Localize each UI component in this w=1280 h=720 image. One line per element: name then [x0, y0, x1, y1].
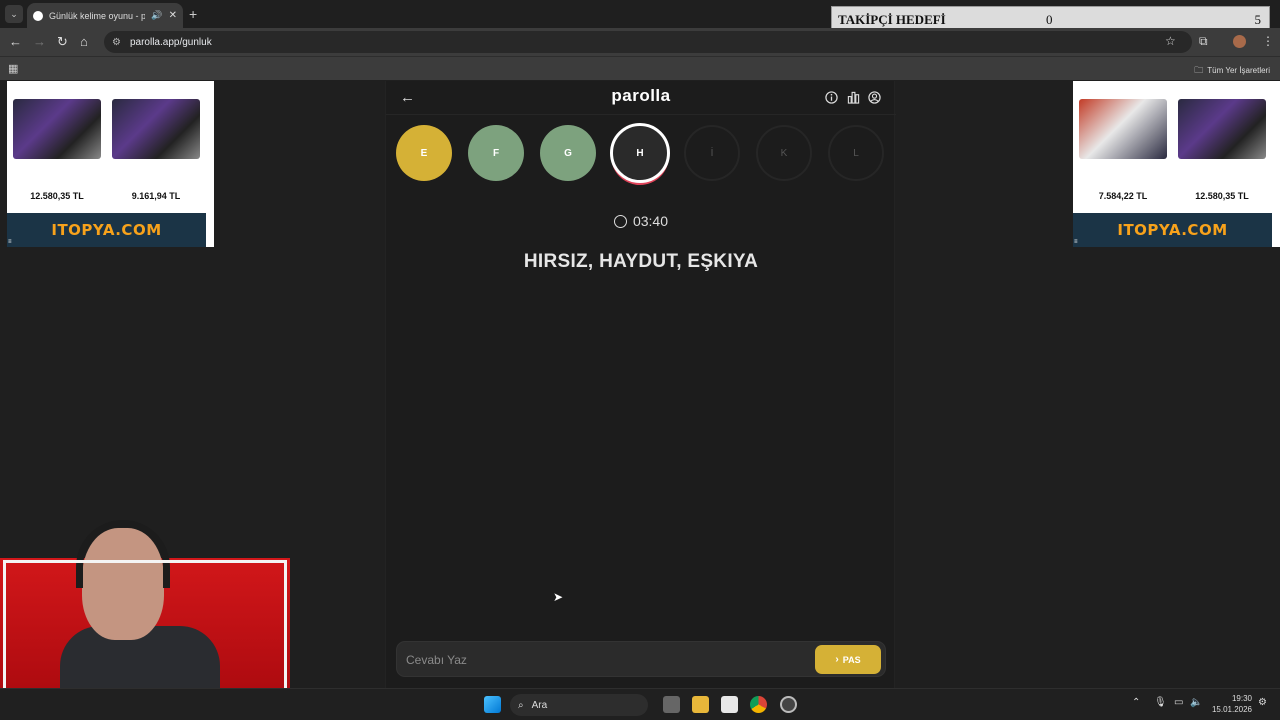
- address-text: parolla.app/gunluk: [129, 36, 212, 48]
- reload-icon[interactable]: ↻: [57, 34, 68, 50]
- left-ad-panel[interactable]: 12.580,35 TL 9.161,94 TL ITOPYA.COM ≡: [7, 81, 214, 247]
- taskbar-search-label: Ara: [531, 699, 548, 711]
- ad-product[interactable]: 12.580,35 TL: [1174, 85, 1270, 211]
- new-tab-icon[interactable]: +: [189, 6, 197, 22]
- taskbar: ⌕ Ara ⌃ 🎙 ▭ 🔈 19:30 15.01.2026 ⚙: [0, 688, 1280, 720]
- ad-brand-banner[interactable]: ITOPYA.COM: [7, 213, 206, 247]
- follower-goal-target: 5: [1254, 12, 1262, 27]
- notifications-icon[interactable]: ⚙: [1258, 697, 1267, 708]
- letter-circle: İ: [684, 125, 740, 181]
- back-arrow-icon[interactable]: ←: [9, 34, 22, 49]
- letter-progress: E F G H İ K L: [396, 123, 886, 185]
- motherboard-image: [1079, 99, 1167, 159]
- all-bookmarks-button[interactable]: 🗀 Tüm Yer İşaretleri: [1194, 63, 1270, 79]
- letter-circle: G: [540, 125, 596, 181]
- ad-price: 7.584,22 TL: [1098, 191, 1148, 201]
- browser-toolbar: ← → ↻ ⌂ ⚙ parolla.app/gunluk ☆ ⧉ ⋮: [0, 28, 1280, 56]
- network-icon[interactable]: ▭: [1174, 697, 1183, 708]
- answer-bar: ›PAS: [396, 641, 886, 677]
- taskbar-clock[interactable]: 19:30 15.01.2026: [1212, 693, 1252, 715]
- tab-title: Günlük kelime oyunu - parc: [49, 10, 146, 21]
- ad-choices-icon[interactable]: ≡: [8, 239, 12, 245]
- clue-text: HIRSIZ, HAYDUT, EŞKIYA: [523, 251, 759, 272]
- letter-circle: K: [756, 125, 812, 181]
- volume-icon[interactable]: 🔈: [1190, 697, 1202, 708]
- search-icon: ⌕: [518, 699, 524, 711]
- ad-product[interactable]: 7.584,22 TL: [1075, 85, 1171, 211]
- pass-button[interactable]: › PAS: [815, 645, 881, 674]
- browser-menu-icon[interactable]: ⋮: [1262, 34, 1274, 48]
- address-bar[interactable]: ⚙ parolla.app/gunluk: [104, 31, 1192, 53]
- mouse-cursor-icon: ➤: [553, 590, 564, 604]
- app-header: ← parolla: [386, 81, 896, 115]
- letter-circle: E: [396, 125, 452, 181]
- clock-time: 19:30: [1231, 694, 1252, 703]
- ad-price: 12.580,35 TL: [30, 191, 84, 201]
- tab-search-dropdown-icon[interactable]: ⌄: [5, 5, 23, 23]
- letter-circle: L: [828, 125, 884, 181]
- file-explorer-icon[interactable]: [692, 696, 709, 713]
- forward-arrow-icon[interactable]: →: [33, 34, 46, 49]
- letter-circle: F: [468, 125, 524, 181]
- tray-chevron-icon[interactable]: ⌃: [1132, 697, 1140, 708]
- motherboard-image: [13, 99, 101, 159]
- ad-product[interactable]: 9.161,94 TL: [108, 85, 204, 211]
- countdown-timer: 03:40: [386, 213, 896, 229]
- follower-goal-current: 0: [1046, 12, 1053, 27]
- ad-product[interactable]: 12.580,35 TL: [9, 85, 105, 211]
- timer-value: 03:40: [632, 213, 669, 229]
- tab-audio-icon[interactable]: 🔊: [151, 10, 162, 21]
- task-view-icon[interactable]: [663, 696, 680, 713]
- app-logo[interactable]: parolla: [386, 86, 896, 106]
- follower-goal-label: TAKİPÇİ HEDEFİ: [838, 12, 946, 27]
- ad-choices-icon[interactable]: ≡: [1074, 239, 1078, 245]
- profile-icon[interactable]: [868, 91, 881, 104]
- clock-icon: [613, 215, 627, 228]
- parolla-game: ← parolla E F G H İ K L 03:40 HIRSIZ, HA…: [385, 81, 896, 688]
- profile-avatar[interactable]: [1233, 35, 1246, 48]
- store-icon[interactable]: [721, 696, 738, 713]
- motherboard-image: [112, 99, 200, 159]
- ad-brand-banner[interactable]: ITOPYA.COM: [1073, 213, 1272, 247]
- clock-date: 15.01.2026: [1211, 705, 1252, 714]
- browser-tab[interactable]: Günlük kelime oyunu - parc 🔊 ✕: [27, 3, 183, 28]
- bookmark-star-icon[interactable]: ☆: [1165, 34, 1176, 48]
- microphone-icon[interactable]: 🎙: [1154, 697, 1167, 708]
- tab-close-icon[interactable]: ✕: [169, 10, 177, 21]
- chrome-icon[interactable]: [750, 696, 767, 713]
- windows-start-icon[interactable]: [484, 696, 501, 713]
- all-bookmarks-label: Tüm Yer İşaretleri: [1207, 66, 1270, 75]
- chevron-right-icon: ›: [835, 654, 839, 665]
- apps-grid-icon[interactable]: ▦: [8, 62, 18, 75]
- site-info-icon[interactable]: ⚙: [112, 37, 121, 48]
- answer-input[interactable]: [406, 650, 796, 670]
- letter-circle-current: H: [610, 123, 670, 183]
- ad-price: 9.161,94 TL: [131, 191, 181, 201]
- extensions-icon[interactable]: ⧉: [1199, 34, 1208, 49]
- obs-icon[interactable]: [780, 696, 797, 713]
- bookmarks-bar: ▦ 🗀 Tüm Yer İşaretleri: [0, 56, 1280, 80]
- home-icon[interactable]: ⌂: [80, 34, 88, 49]
- right-ad-panel[interactable]: 7.584,22 TL 12.580,35 TL ITOPYA.COM ≡: [1073, 81, 1280, 247]
- ad-price: 12.580,35 TL: [1195, 191, 1249, 201]
- taskbar-search[interactable]: ⌕ Ara: [510, 694, 648, 716]
- motherboard-image: [1178, 99, 1266, 159]
- folder-icon: 🗀: [1194, 65, 1204, 75]
- site-favicon-icon: [33, 10, 43, 21]
- stats-icon[interactable]: [847, 91, 860, 104]
- info-icon[interactable]: [825, 91, 838, 104]
- pass-label: PAS: [842, 654, 861, 665]
